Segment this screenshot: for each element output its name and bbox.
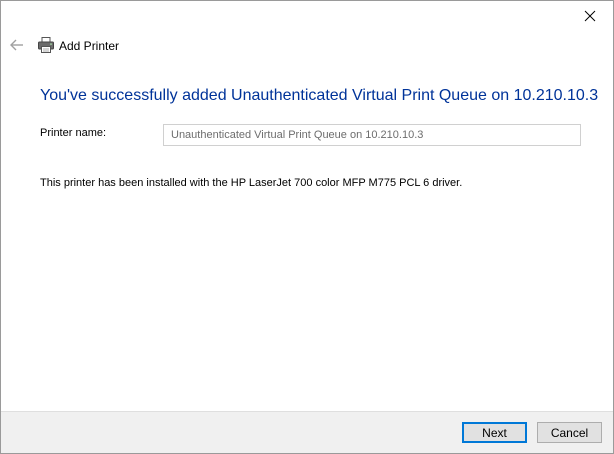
printer-name-label: Printer name: [40,127,107,139]
next-button[interactable]: Next [462,422,527,443]
printer-name-input[interactable]: Unauthenticated Virtual Print Queue on 1… [163,124,581,146]
success-heading: You've successfully added Unauthenticate… [40,87,599,104]
add-printer-dialog: Add Printer You've successfully added Un… [0,0,614,454]
dialog-footer: Next Cancel [1,411,613,453]
printer-icon [37,36,55,54]
close-icon [584,10,596,22]
back-arrow-icon [10,39,23,51]
dialog-header: Add Printer [1,33,613,59]
dialog-title: Add Printer [59,39,120,53]
back-button[interactable] [9,37,25,53]
cancel-button[interactable]: Cancel [537,422,602,443]
driver-info-text: This printer has been installed with the… [40,177,463,189]
close-button[interactable] [567,1,613,31]
